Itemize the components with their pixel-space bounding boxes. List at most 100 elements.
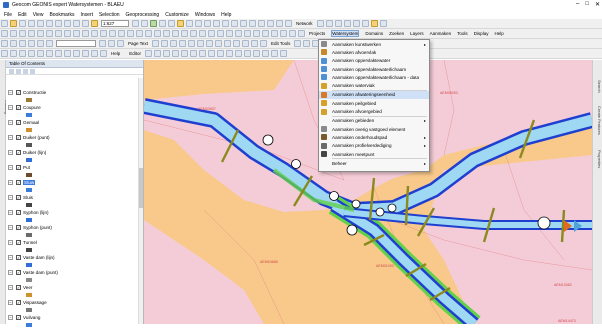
toc-layer-item[interactable]: − ✓ Duiker (punt) — [6, 133, 138, 142]
dropdown-item[interactable]: Aanmaken oppervlaktewater — [319, 57, 429, 65]
layer-visibility-checkbox[interactable]: ✓ — [16, 90, 21, 95]
collapse-icon[interactable]: − — [8, 240, 13, 245]
menu-insert[interactable]: Insert — [80, 12, 93, 18]
tool-icon[interactable] — [28, 50, 35, 57]
collapse-icon[interactable]: − — [8, 285, 13, 290]
editor-menu[interactable]: Editor — [129, 51, 141, 56]
tool-icon[interactable] — [217, 30, 224, 37]
tool-icon[interactable] — [262, 50, 270, 57]
new-icon[interactable] — [1, 20, 8, 27]
tool-icon[interactable] — [208, 50, 216, 57]
tool-icon[interactable] — [118, 30, 125, 37]
copy-icon[interactable] — [46, 20, 53, 27]
tool-icon[interactable] — [64, 30, 71, 37]
tool-icon[interactable] — [214, 40, 222, 47]
open-icon[interactable] — [10, 20, 17, 27]
tool-icon[interactable] — [151, 40, 159, 47]
tool-icon[interactable] — [195, 20, 202, 27]
layer-visibility-checkbox[interactable]: ✓ — [16, 315, 21, 320]
search-tab[interactable]: Search — [594, 80, 602, 93]
tool-icon[interactable] — [187, 40, 195, 47]
tool-icon[interactable] — [244, 50, 252, 57]
dropdown-item[interactable]: Aanmaken afwateringseenheid — [319, 90, 429, 100]
tool-icon[interactable] — [285, 20, 292, 27]
collapse-icon[interactable]: − — [8, 120, 13, 125]
tool-icon[interactable] — [108, 40, 115, 47]
list-by-source-icon[interactable] — [16, 68, 21, 74]
tool-icon[interactable] — [280, 30, 287, 37]
toc-layer-item[interactable]: − ✓ Vaste dam (punt) — [6, 268, 138, 277]
tool-icon[interactable] — [169, 40, 177, 47]
tool-icon[interactable] — [204, 20, 211, 27]
projects-menu[interactable]: Projects — [309, 31, 325, 36]
tool-icon[interactable] — [10, 50, 17, 57]
tool-icon[interactable] — [46, 40, 53, 47]
help-menu[interactable]: Help — [494, 31, 503, 36]
tool-icon[interactable] — [276, 20, 283, 27]
layer-visibility-checkbox[interactable]: ✓ — [16, 285, 21, 290]
tool-icon[interactable] — [109, 30, 116, 37]
toc-layer-item[interactable]: − ✓ Veer — [6, 283, 138, 292]
delete-icon[interactable] — [64, 20, 71, 27]
layer-visibility-checkbox[interactable]: ✓ — [16, 120, 21, 125]
tool-icon[interactable] — [19, 40, 26, 47]
tool-icon[interactable] — [99, 40, 106, 47]
tool-icon[interactable] — [10, 40, 17, 47]
tool-icon[interactable] — [289, 30, 296, 37]
tool-icon[interactable] — [235, 50, 243, 57]
tool-icon[interactable] — [28, 30, 35, 37]
pan-icon[interactable] — [334, 20, 342, 27]
tool-icon[interactable] — [262, 30, 269, 37]
menu-selection[interactable]: Selection — [99, 12, 120, 18]
tool-icon[interactable] — [253, 50, 261, 57]
layers-menu[interactable]: Layers — [410, 31, 424, 36]
watersystem-menu[interactable]: Watersystem — [331, 30, 360, 37]
layer-visibility-checkbox[interactable]: ✓ — [16, 135, 21, 140]
tool-icon[interactable] — [19, 30, 26, 37]
tool-icon[interactable] — [280, 50, 288, 57]
tool-icon[interactable] — [172, 30, 179, 37]
tool-icon[interactable] — [100, 50, 107, 57]
tool-icon[interactable] — [199, 30, 206, 37]
toc-scrollbar[interactable] — [138, 78, 143, 324]
tool-icon[interactable] — [150, 20, 157, 27]
tool-icon[interactable] — [205, 40, 213, 47]
tool-icon[interactable] — [231, 20, 238, 27]
dropdown-item[interactable]: Beheer ▸ — [319, 159, 429, 167]
layer-visibility-checkbox[interactable]: ✓ — [16, 225, 21, 230]
tool-icon[interactable] — [253, 30, 260, 37]
tool-icon[interactable] — [46, 30, 53, 37]
toc-layer-item[interactable]: − ✓ Gemaal — [6, 118, 138, 127]
tool-icon[interactable] — [213, 20, 220, 27]
zoom-out-icon[interactable] — [325, 20, 333, 27]
tool-icon[interactable] — [117, 40, 124, 47]
dropdown-item[interactable]: Aanmaken meetpunt — [319, 150, 429, 158]
tool-icon[interactable] — [217, 50, 225, 57]
redo-icon[interactable] — [82, 20, 89, 27]
tool-icon[interactable] — [127, 30, 134, 37]
collapse-icon[interactable]: − — [8, 225, 13, 230]
tool-icon[interactable] — [199, 50, 207, 57]
tool-icon[interactable] — [223, 40, 231, 47]
collapse-icon[interactable]: − — [8, 315, 13, 320]
tool-icon[interactable] — [240, 20, 247, 27]
tool-icon[interactable] — [100, 30, 107, 37]
tool-icon[interactable] — [159, 20, 166, 27]
dropdown-item[interactable]: Aanmaken oppervlaktewaterlichaam — [319, 65, 429, 73]
layer-visibility-checkbox[interactable]: ✓ — [16, 300, 21, 305]
tool-icon[interactable] — [178, 40, 186, 47]
tool-icon[interactable] — [177, 20, 184, 27]
tool-icon[interactable] — [226, 50, 234, 57]
tool-icon[interactable] — [82, 30, 89, 37]
tool-icon[interactable] — [303, 40, 311, 47]
tool-icon[interactable] — [249, 20, 256, 27]
tool-icon[interactable] — [154, 30, 161, 37]
maximize-icon[interactable]: □ — [585, 1, 589, 8]
tool-icon[interactable] — [186, 20, 193, 27]
tool-icon[interactable] — [55, 50, 62, 57]
tools-menu[interactable]: Tools — [457, 31, 468, 36]
toc-layer-item[interactable]: − ✓ Syphon (lijn) — [6, 208, 138, 217]
tool-icon[interactable] — [196, 40, 204, 47]
font-combo[interactable] — [56, 40, 96, 47]
tool-icon[interactable] — [132, 20, 139, 27]
